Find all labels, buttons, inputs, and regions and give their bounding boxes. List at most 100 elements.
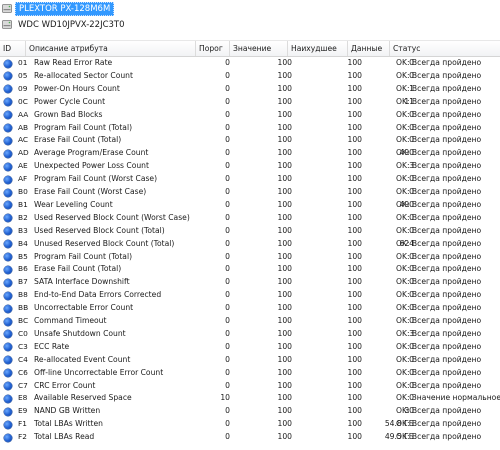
column-header-worst[interactable]: Наихудшее xyxy=(288,41,348,56)
table-row[interactable]: AB Program Fail Count (Total) 0 100 100 0 OK: … xyxy=(0,122,500,135)
status-text: OK: Всегда пройдено xyxy=(396,83,482,93)
attribute-code: AC xyxy=(18,135,29,145)
current-value: 100 xyxy=(277,148,293,158)
drive-item-wdc[interactable]: WDC WD10JPVX-22JC3T0 xyxy=(2,17,128,32)
table-row[interactable]: BB Uncorrectable Error Count 0 100 100 0 OK: В… xyxy=(0,302,500,315)
table-row[interactable]: B7 SATA Interface Downshift 0 100 100 0 OK: Вс… xyxy=(0,276,500,289)
table-row[interactable]: AC Erase Fail Count (Total) 0 100 100 0 OK: Вс… xyxy=(0,134,500,147)
status-text: OK: Всегда пройдено xyxy=(396,238,482,248)
column-header-status[interactable]: Статус xyxy=(390,41,500,56)
table-header: ID Описание атрибута Порог Значение Наих… xyxy=(0,40,500,57)
worst-value: 100 xyxy=(347,70,363,80)
attribute-code: C4 xyxy=(18,354,28,364)
attribute-name: Erase Fail Count (Total) xyxy=(34,135,122,145)
table-row[interactable]: B8 End-to-End Data Errors Corrected 0 100 10… xyxy=(0,289,500,302)
attribute-code: E8 xyxy=(18,393,28,403)
status-text: OK: Всегда пройдено xyxy=(396,70,482,80)
attribute-code: B6 xyxy=(18,264,28,274)
status-ok-icon xyxy=(4,265,12,274)
status-text: OK: Всегда пройдено xyxy=(396,341,482,351)
attribute-name: Unexpected Power Loss Count xyxy=(34,161,149,171)
table-row[interactable]: B4 Unused Reserved Block Count (Total) 0 10… xyxy=(0,238,500,251)
table-row[interactable]: 01 Raw Read Error Rate 0 100 100 0 OK: Всегда … xyxy=(0,57,500,70)
status-text: OK: Всегда пройдено xyxy=(396,251,482,261)
threshold-value: 0 xyxy=(225,58,230,67)
attribute-code: 05 xyxy=(18,70,28,80)
table-row[interactable]: C3 ECC Rate 0 100 100 0 OK: Всегда пройдено xyxy=(0,341,500,354)
status-text: OK: Всегда пройдено xyxy=(396,187,482,196)
table-row[interactable]: C6 Off-line Uncorrectable Error Count 0 100… xyxy=(0,367,500,380)
attribute-name: Total LBAs Read xyxy=(34,432,95,442)
table-row[interactable]: C7 CRC Error Count 0 100 100 0 OK: Всегда прой… xyxy=(0,380,500,393)
current-value: 100 xyxy=(277,122,293,132)
attribute-name: Program Fail Count (Total) xyxy=(34,122,133,132)
table-row[interactable]: BC Command Timeout 0 100 100 0 OK: Всегда прой… xyxy=(0,315,500,328)
table-row[interactable]: E8 Available Reserved Space 10 100 100 0 OK: З… xyxy=(0,392,500,405)
status-text: OK: Значение нормальное xyxy=(396,393,500,403)
current-value: 100 xyxy=(277,354,293,364)
column-header-data[interactable]: Данные xyxy=(348,41,390,56)
attribute-name: Re-allocated Sector Count xyxy=(34,70,133,80)
current-value: 100 xyxy=(277,419,293,429)
table-row[interactable]: AF Program Fail Count (Worst Case) 0 100 100… xyxy=(0,173,500,186)
threshold-value: 0 xyxy=(225,70,230,80)
worst-value: 100 xyxy=(347,174,363,184)
status-text: OK: Всегда пройдено xyxy=(396,328,482,338)
table-row[interactable]: B5 Program Fail Count (Total) 0 100 100 0 OK: … xyxy=(0,251,500,264)
column-header-id[interactable]: ID xyxy=(0,41,26,56)
attribute-name: Off-line Uncorrectable Error Count xyxy=(34,367,164,377)
current-value: 100 xyxy=(277,135,293,145)
worst-value: 100 xyxy=(347,109,363,119)
smart-attributes-table: ID Описание атрибута Порог Значение Наих… xyxy=(0,40,500,450)
worst-value: 100 xyxy=(347,148,363,158)
table-row[interactable]: 05 Re-allocated Sector Count 0 100 100 0 OK: В… xyxy=(0,70,500,83)
column-header-name[interactable]: Описание атрибута xyxy=(26,41,196,56)
table-row[interactable]: F1 Total LBAs Written 0 100 100 54.8 ГБ OK: Вс… xyxy=(0,418,500,431)
worst-value: 100 xyxy=(347,277,363,287)
current-value: 100 xyxy=(277,341,293,351)
attribute-code: E9 xyxy=(18,406,28,416)
current-value: 100 xyxy=(277,328,293,338)
worst-value: 100 xyxy=(347,264,363,274)
table-row[interactable]: 0C Power Cycle Count 0 100 100 11 OK: Всегда п… xyxy=(0,96,500,109)
attribute-code: B8 xyxy=(18,290,28,300)
table-row[interactable]: C4 Re-allocated Event Count 0 100 100 0 OK: Вс… xyxy=(0,354,500,367)
table-row[interactable]: F2 Total LBAs Read 0 100 100 49.5 ГБ OK: Всегд… xyxy=(0,431,500,444)
status-text: OK: Всегда пройдено xyxy=(396,174,482,184)
worst-value: 100 xyxy=(347,83,363,93)
table-row[interactable]: B6 Erase Fail Count (Total) 0 100 100 0 OK: Вс… xyxy=(0,263,500,276)
worst-value: 100 xyxy=(347,199,363,209)
current-value: 100 xyxy=(277,406,293,416)
worst-value: 100 xyxy=(347,96,363,106)
table-row[interactable]: B1 Wear Leveling Count 0 100 100 490 OK: Всегд… xyxy=(0,199,500,212)
column-header-value[interactable]: Значение xyxy=(230,41,288,56)
table-row[interactable]: AA Grown Bad Blocks 0 100 100 0 OK: Всегда про… xyxy=(0,109,500,122)
table-row[interactable]: AE Unexpected Power Loss Count 0 100 100 3 OK:… xyxy=(0,160,500,173)
worst-value: 100 xyxy=(347,58,363,67)
table-row[interactable]: E9 NAND GB Written 0 100 100 30 OK: Всегда про… xyxy=(0,405,500,418)
drive-item-plextor[interactable]: PLEXTOR PX-128M6M xyxy=(2,1,115,16)
worst-value: 100 xyxy=(347,161,363,171)
current-value: 100 xyxy=(277,277,293,287)
table-row[interactable]: AD Average Program/Erase Count 0 100 100 490 O… xyxy=(0,147,500,160)
current-value: 100 xyxy=(277,212,293,222)
current-value: 100 xyxy=(277,83,293,93)
table-row[interactable]: B0 Erase Fail Count (Worst Case) 0 100 100 0 O… xyxy=(0,186,500,199)
table-row[interactable]: B3 Used Reserved Block Count (Total) 0 100 1… xyxy=(0,225,500,238)
threshold-value: 0 xyxy=(225,277,230,287)
status-ok-icon xyxy=(4,124,12,132)
table-row[interactable]: C0 Unsafe Shutdown Count 0 100 100 3 OK: Всегд… xyxy=(0,328,500,341)
attribute-name: Command Timeout xyxy=(34,316,107,325)
current-value: 100 xyxy=(277,70,293,80)
status-ok-icon xyxy=(4,72,12,81)
column-header-threshold[interactable]: Порог xyxy=(196,41,230,56)
attribute-code: B1 xyxy=(18,199,28,209)
table-row[interactable]: B2 Used Reserved Block Count (Worst Case)… xyxy=(0,212,500,225)
table-row[interactable]: 09 Power-On Hours Count 0 100 100 1 OK: Всегда… xyxy=(0,83,500,96)
status-ok-icon xyxy=(4,98,12,107)
attribute-name: Program Fail Count (Total) xyxy=(34,251,133,261)
current-value: 100 xyxy=(277,303,293,313)
attribute-name: Wear Leveling Count xyxy=(34,199,113,209)
status-ok-icon xyxy=(4,330,12,339)
status-ok-icon xyxy=(4,407,12,416)
